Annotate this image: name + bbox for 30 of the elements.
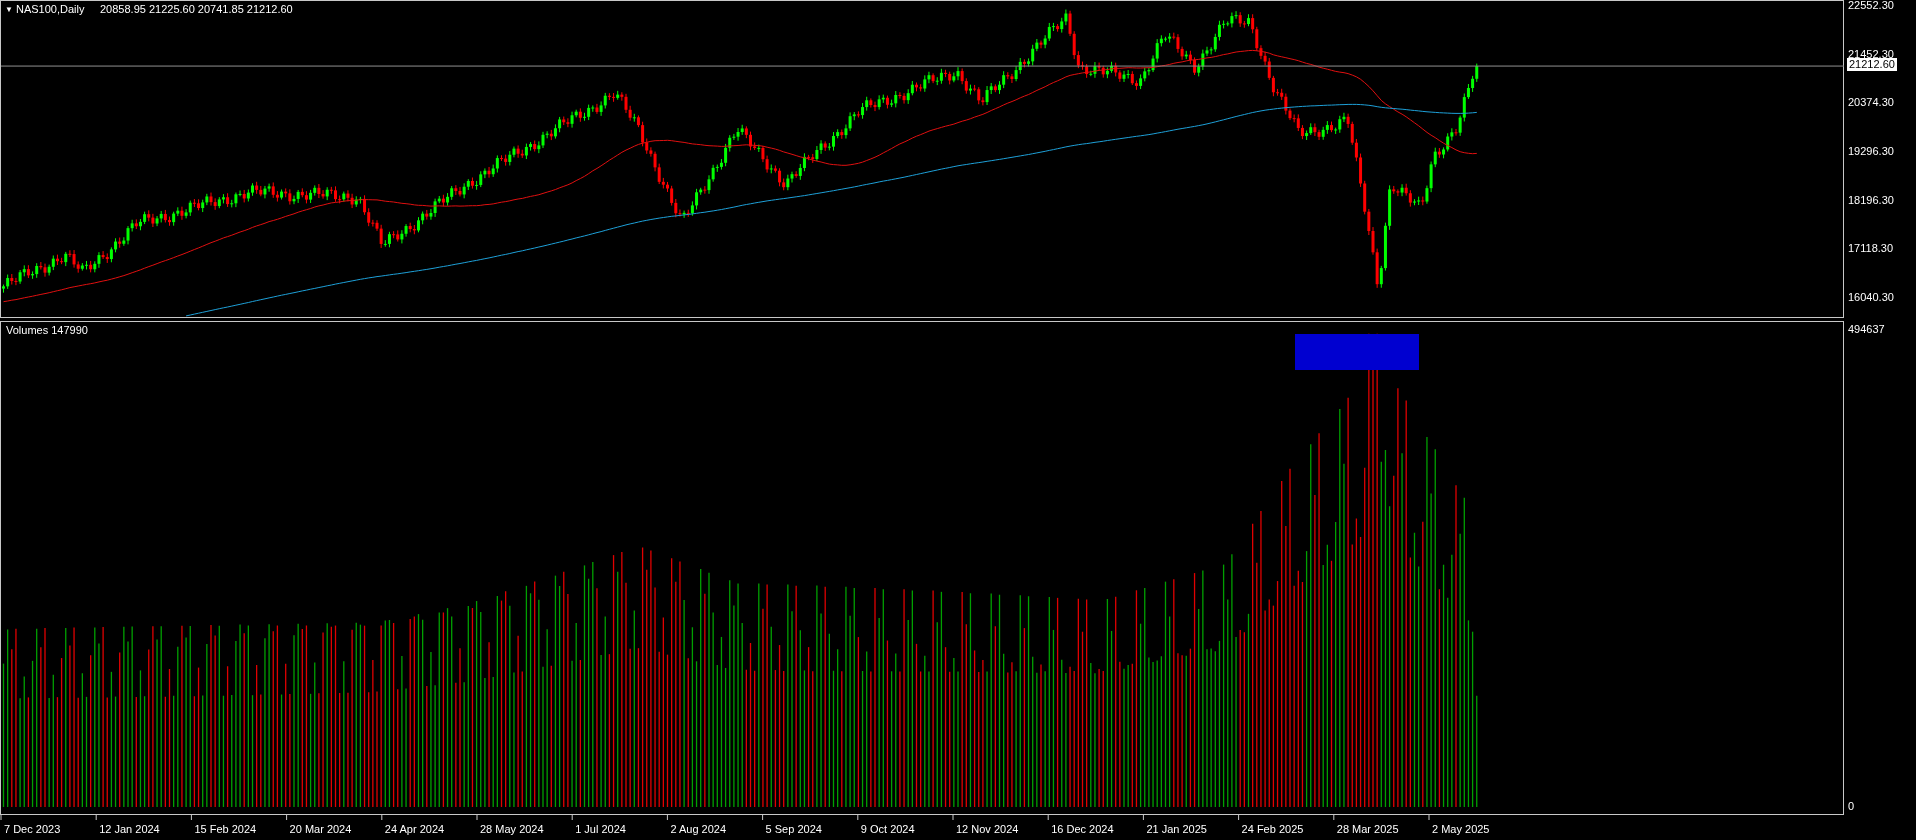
price-axis-label: 22552.30: [1848, 0, 1894, 12]
date-axis-label: 5 Sep 2024: [765, 823, 822, 836]
date-axis-label: 7 Dec 2023: [4, 823, 61, 836]
price-axis-label: 20374.30: [1848, 96, 1894, 110]
price-axis-label: 21452.30: [1848, 47, 1894, 60]
current-price-label: 21212.60: [1847, 58, 1897, 71]
ohlc-values: 20858.95 21225.60 20741.85 21212.60: [100, 3, 293, 16]
date-axis-label: 12 Nov 2024: [956, 823, 1019, 836]
volume-axis-label: 0: [1848, 800, 1855, 813]
date-axis-label: 28 May 2024: [480, 823, 544, 836]
price-axis-label: 18196.30: [1848, 193, 1894, 207]
date-axis-label: 16 Dec 2024: [1051, 823, 1114, 836]
volume-axis-label: 494637: [1848, 323, 1885, 336]
date-axis-label: 15 Feb 2024: [194, 823, 257, 836]
volume-indicator-title: Volumes 147990: [6, 324, 88, 337]
date-axis-label: 24 Apr 2024: [384, 823, 445, 836]
price-axis-label: 19296.30: [1848, 145, 1894, 158]
date-axis-label: 1 Jul 2024: [575, 823, 626, 836]
date-axis-label: 2 May 2025: [1432, 823, 1490, 836]
date-axis-label: 12 Jan 2024: [99, 823, 160, 836]
date-axis-label: 21 Jan 2025: [1146, 823, 1207, 836]
date-axis-label: 20 Mar 2024: [289, 823, 352, 836]
date-axis-label: 24 Feb 2025: [1241, 823, 1304, 836]
chart-symbol: NAS100,Daily: [16, 3, 85, 16]
date-axis-label: 9 Oct 2024: [860, 823, 915, 836]
date-axis-label: 2 Aug 2024: [670, 823, 727, 836]
price-axis-label: 16040.30: [1848, 291, 1894, 304]
price-axis-label: 17118.30: [1848, 242, 1894, 256]
menu-marker-icon: ▼: [5, 3, 13, 16]
date-axis-label: 28 Mar 2025: [1336, 823, 1399, 836]
